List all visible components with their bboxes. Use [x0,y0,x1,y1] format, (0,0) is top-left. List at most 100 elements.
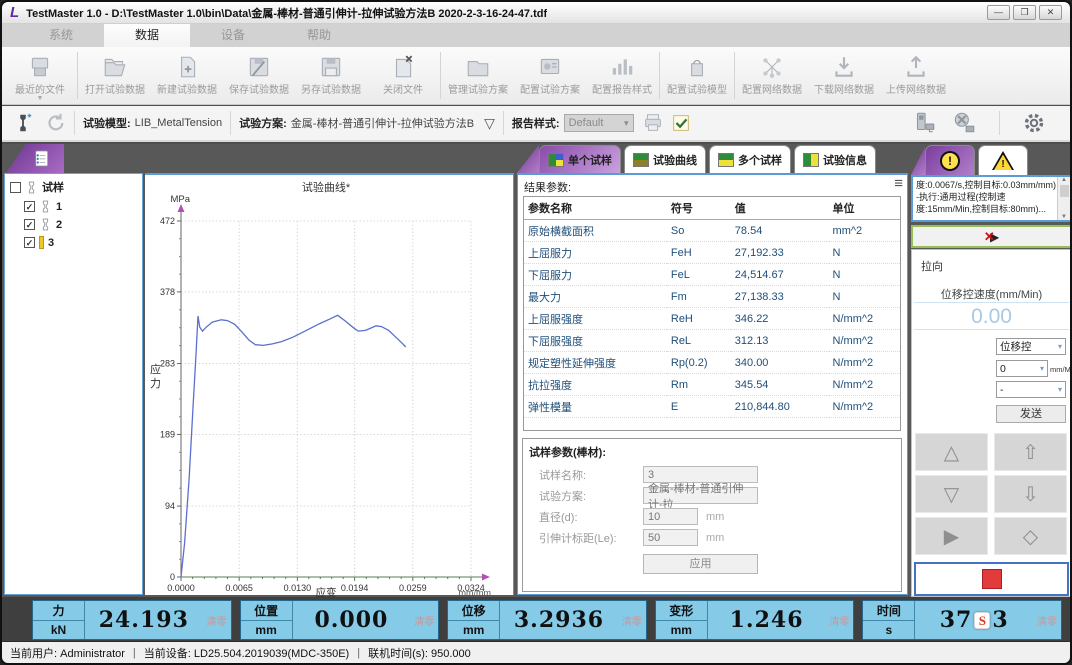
config-scheme-button[interactable]: 配置试验方案 [514,49,586,102]
clear-zero-button[interactable]: 清零 [825,601,853,639]
tree-item-specimen-3[interactable]: ✓ 3 [24,236,142,249]
diameter-input[interactable]: 10 [643,508,698,525]
print-report-icon[interactable] [642,112,664,134]
table-row[interactable]: 规定塑性延伸强度Rp(0.2)340.00N/mm^2 [524,352,900,374]
manage-scheme-button[interactable]: 管理试验方案 [442,49,514,102]
table-row[interactable]: 弹性模量E210,844.80N/mm^2 [524,396,900,418]
config-network-button[interactable]: 配置网络数据 [736,49,808,102]
clamp-button[interactable]: ◇ [994,517,1067,555]
save-as-data-icon [318,53,344,81]
stop-icon [982,569,1002,589]
speed-input[interactable]: 0 ▾ [996,360,1048,377]
table-row[interactable]: 下屈服强度ReL312.13N/mm^2 [524,330,900,352]
tree-root[interactable]: 试样 [10,179,142,195]
filter-funnel-icon[interactable]: ▽ [484,115,495,132]
machine-status-icon[interactable] [911,110,937,136]
aux-select[interactable]: - ▾ [996,381,1066,398]
ribbon-toolbar: 最近的文件 ▼ 打开试验数据 新建试验数据 保存试验数据 另存试验数据 关闭文件… [2,47,1070,105]
download-network-button[interactable]: 下载网络数据 [808,49,880,102]
table-row[interactable]: 最大力Fm27,138.33N [524,286,900,308]
clear-zero-button[interactable]: 清零 [410,601,438,639]
menu-tab-device[interactable]: 设备 [190,24,276,47]
panel-menu-icon[interactable]: ≡ [894,177,903,191]
jog-up-button[interactable]: ⇧ [994,433,1067,471]
chevron-down-icon: ▾ [624,118,629,129]
speed-input-unit: mm/Min [1050,365,1072,374]
refresh-icon[interactable] [44,112,66,134]
tab-test-curve[interactable]: 试验曲线 [624,145,706,173]
stop-button[interactable] [914,562,1069,596]
tab-alerts[interactable]: ! [925,145,975,175]
restore-button[interactable]: ❒ [1013,5,1036,20]
clear-zero-button[interactable]: 清零 [1033,601,1061,639]
clear-zero-button[interactable]: 清零 [618,601,646,639]
toolbar-separator [74,111,75,135]
specimen-tree-tab[interactable] [6,144,64,173]
tree-item-specimen-2[interactable]: ✓ 2 [24,218,142,231]
table-row[interactable]: 原始横截面积So78.54mm^2 [524,220,900,242]
specimen-1-checkbox[interactable]: ✓ [24,201,35,212]
scroll-down-icon[interactable]: ▼ [1061,214,1067,220]
time-readout: 时间s 37 S 3 清零 [862,600,1062,640]
open-data-button[interactable]: 打开试验数据 [79,49,151,102]
save-as-data-button[interactable]: 另存试验数据 [295,49,367,102]
fast-down-button[interactable]: ▽ [915,475,988,513]
table-row[interactable]: 抗拉强度Rm345.54N/mm^2 [524,374,900,396]
recent-files-button[interactable]: 最近的文件 ▼ [4,49,76,102]
ribbon-separator [77,52,78,99]
menu-tab-data[interactable]: 数据 [104,24,190,47]
settings-gear-icon[interactable] [1022,111,1046,135]
toolbar-separator [999,111,1000,135]
save-data-button[interactable]: 保存试验数据 [223,49,295,102]
menu-tab-system[interactable]: 系统 [18,24,104,47]
new-specimen-icon[interactable] [12,112,34,134]
tab-test-info[interactable]: 试验信息 [794,145,876,173]
log-scrollbar[interactable]: ▲ ▼ [1057,177,1070,220]
force-readout: 力kN 24.193 清零 [32,600,232,640]
table-row[interactable]: 上屈服强度ReH346.22N/mm^2 [524,308,900,330]
config-model-icon [684,53,710,81]
main-content: 试样 ✓ 1 ✓ 2 ✓ 3 0941892833784720.00000.00… [2,144,1070,597]
minimize-button[interactable]: — [987,5,1010,20]
specimen-2-checkbox[interactable]: ✓ [24,219,35,230]
test-model-value: LIB_MetalTension [135,117,222,129]
apply-button[interactable]: 应用 [643,554,758,574]
scroll-up-icon[interactable]: ▲ [1061,177,1067,183]
jog-down-button[interactable]: ⇩ [994,475,1067,513]
gauge-length-input[interactable]: 50 [643,529,698,546]
svg-text:应变: 应变 [316,586,337,597]
svg-text:283: 283 [160,359,175,369]
manage-scheme-icon [465,53,491,81]
specimen-3-checkbox[interactable]: ✓ [24,237,35,248]
disconnect-icon[interactable] [951,110,977,136]
control-mode-select[interactable]: 位移控 ▾ [996,338,1066,355]
curve-chart-panel: 0941892833784720.00000.00650.01300.01940… [145,173,514,595]
table-row[interactable]: 上屈服力FeH27,192.33N [524,242,900,264]
single-specimen-icon [548,153,564,167]
root-checkbox[interactable] [10,182,21,193]
run-button[interactable]: ▶ [915,517,988,555]
tab-warnings[interactable]: ! [978,145,1028,175]
upload-network-button[interactable]: 上传网络数据 [880,49,952,102]
report-style-select[interactable]: Default ▾ [564,114,634,132]
save-data-icon [246,53,272,81]
fast-down-icon: ▽ [944,482,959,507]
close-button[interactable]: ✕ [1039,5,1062,20]
menu-tab-help[interactable]: 帮助 [276,24,362,47]
scroll-thumb[interactable] [1060,185,1069,197]
close-file-button[interactable]: 关闭文件 [367,49,439,102]
send-button[interactable]: 发送 [996,405,1066,423]
fast-up-button[interactable]: △ [915,433,988,471]
clear-zero-button[interactable]: 清零 [203,601,231,639]
mute-alarm-button[interactable]: ✕ ◀ [911,225,1072,248]
upload-network-icon [903,53,929,81]
new-data-button[interactable]: 新建试验数据 [151,49,223,102]
report-check-icon[interactable] [670,112,692,134]
config-model-button[interactable]: 配置试验模型 [661,49,733,102]
config-report-button[interactable]: 配置报告样式 [586,49,658,102]
table-row[interactable]: 下屈服力FeL24,514.67N [524,264,900,286]
tab-single-specimen[interactable]: 单个试样 [539,145,621,173]
tab-multi-specimen[interactable]: 多个试样 [709,145,791,173]
specimen-scheme-input[interactable]: 金属-棒材-普通引伸计-拉 [643,487,758,504]
tree-item-specimen-1[interactable]: ✓ 1 [24,200,142,213]
